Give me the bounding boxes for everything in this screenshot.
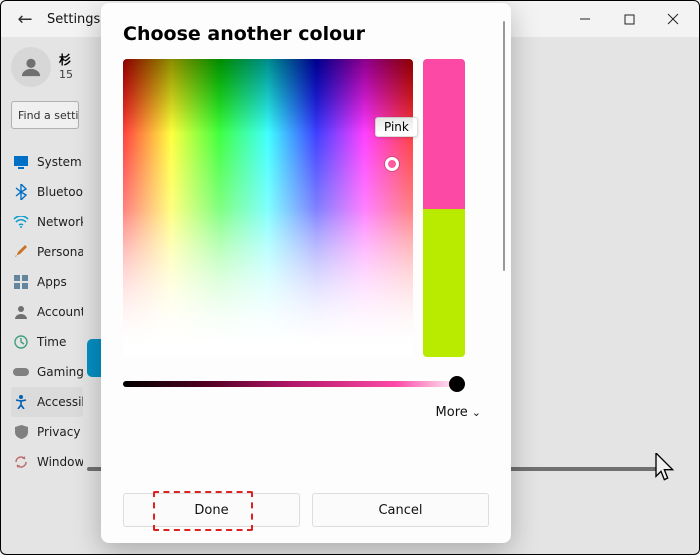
saturation-value-picker[interactable]: Pink — [123, 59, 413, 357]
chevron-down-icon: ⌄ — [472, 406, 481, 419]
slider-thumb[interactable] — [449, 376, 465, 392]
more-label: More — [436, 405, 468, 420]
back-button[interactable]: ← — [11, 9, 39, 30]
maximize-button[interactable] — [607, 4, 651, 34]
more-toggle[interactable]: More ⌄ — [123, 405, 481, 420]
colour-preview-column — [423, 59, 465, 357]
minimize-button[interactable] — [563, 4, 607, 34]
window-title: Settings — [47, 12, 100, 27]
selected-colour-swatch[interactable] — [423, 59, 465, 209]
done-button[interactable]: Done — [123, 493, 300, 527]
picker-cursor-icon[interactable] — [385, 157, 399, 171]
close-button[interactable] — [651, 4, 695, 34]
cancel-button[interactable]: Cancel — [312, 493, 489, 527]
dialog-title: Choose another colour — [123, 23, 489, 45]
previous-colour-swatch[interactable] — [423, 209, 465, 357]
value-slider[interactable] — [123, 381, 463, 387]
scrollbar[interactable] — [503, 21, 505, 271]
colour-picker-dialog: Choose another colour Pink More ⌄ Done Ca… — [101, 3, 511, 543]
colour-tooltip: Pink — [375, 117, 418, 137]
